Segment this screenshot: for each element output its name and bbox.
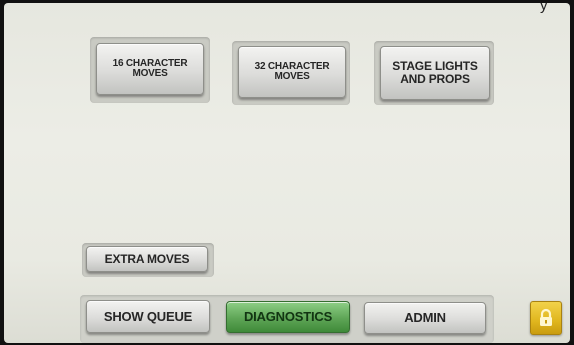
32-character-moves-button[interactable]: 32 CHARACTER MOVES: [238, 46, 346, 98]
touch-screen: y 16 CHARACTER MOVES 32 CHARACTER MOVES …: [4, 3, 570, 343]
lock-button[interactable]: [530, 301, 562, 335]
16-character-moves-button[interactable]: 16 CHARACTER MOVES: [96, 43, 204, 95]
admin-button[interactable]: ADMIN: [364, 302, 486, 334]
diagnostics-button[interactable]: DIAGNOSTICS: [226, 301, 350, 333]
show-queue-button[interactable]: SHOW QUEUE: [86, 300, 210, 333]
stage-lights-and-props-button[interactable]: STAGE LIGHTS AND PROPS: [380, 46, 490, 100]
lock-icon: [540, 308, 552, 326]
corner-mark: y: [540, 3, 548, 14]
extra-moves-button[interactable]: EXTRA MOVES: [86, 246, 208, 272]
